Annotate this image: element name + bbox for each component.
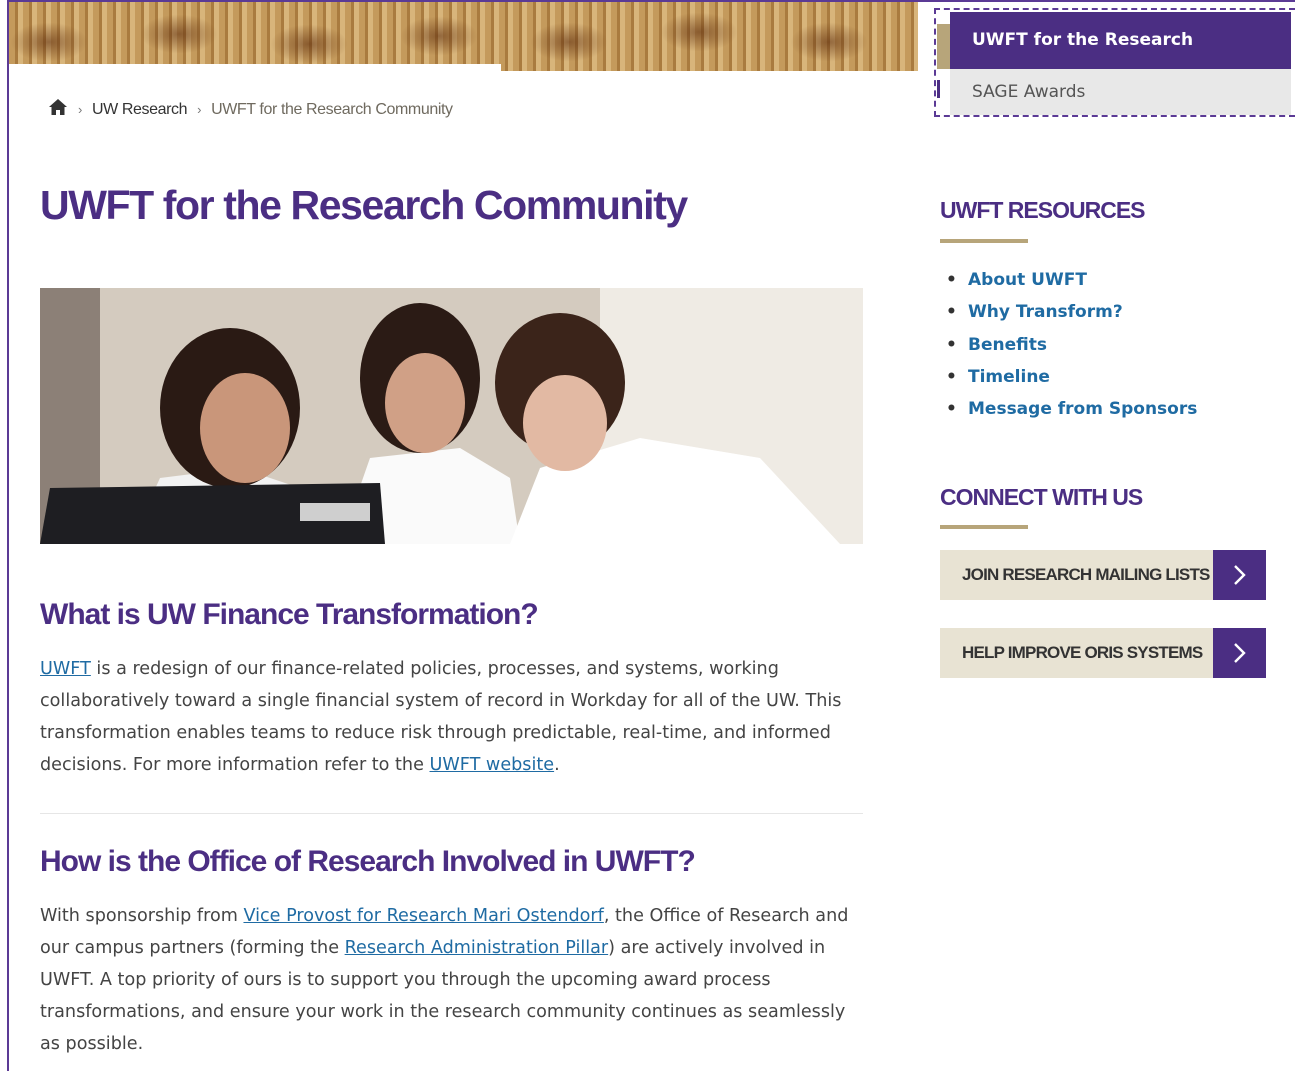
- section-divider: [40, 813, 863, 814]
- connect-title: CONNECT WITH US: [940, 484, 1143, 510]
- cta-label: JOIN RESEARCH MAILING LISTS: [940, 550, 1213, 600]
- resources-title-rule: [940, 239, 1028, 243]
- bullet: •: [946, 366, 957, 387]
- help-improve-oris-button[interactable]: HELP IMPROVE ORIS SYSTEMS: [940, 628, 1266, 678]
- resource-link-why-transform[interactable]: Why Transform?: [968, 302, 1123, 322]
- home-icon[interactable]: [48, 98, 68, 121]
- vice-provost-link[interactable]: Vice Provost for Research Mari Ostendorf: [243, 906, 603, 926]
- section-paragraph-office-of-research: With sponsorship from Vice Provost for R…: [40, 900, 865, 1060]
- resource-link-timeline[interactable]: Timeline: [968, 367, 1050, 387]
- chevron-right-icon: [1213, 628, 1266, 678]
- banner-edge: [9, 64, 501, 72]
- list-item: • Benefits: [946, 331, 1197, 363]
- connect-title-rule: [940, 525, 1028, 529]
- resource-link-message-from-sponsors[interactable]: Message from Sponsors: [968, 399, 1197, 419]
- page-title: UWFT for the Research Community: [40, 182, 688, 228]
- bullet: •: [946, 302, 957, 323]
- hero-image-researchers: [40, 288, 863, 544]
- bullet: •: [946, 334, 957, 355]
- uwft-link[interactable]: UWFT: [40, 659, 91, 679]
- sidenav-item-marker: [937, 80, 940, 98]
- section-title-what-is-uwft: What is UW Finance Transformation?: [40, 598, 539, 631]
- sidenav-item-sage-awards[interactable]: SAGE Awards: [950, 69, 1291, 115]
- resource-link-benefits[interactable]: Benefits: [968, 335, 1047, 355]
- paragraph-text: .: [554, 755, 560, 775]
- list-item: • Timeline: [946, 363, 1197, 395]
- paragraph-text: With sponsorship from: [40, 906, 244, 926]
- bullet: •: [946, 270, 957, 290]
- list-item: • Message from Sponsors: [946, 395, 1197, 427]
- join-mailing-lists-button[interactable]: JOIN RESEARCH MAILING LISTS: [940, 550, 1266, 600]
- resource-link-about-uwft[interactable]: About UWFT: [968, 270, 1087, 290]
- resources-list: • About UWFT • Why Transform? • Benefits • T…: [946, 266, 1197, 427]
- breadcrumb-current: UWFT for the Research Community: [211, 100, 453, 118]
- breadcrumb: › UW Research › UWFT for the Research Co…: [48, 98, 453, 121]
- sidenav-active-marker: [937, 24, 950, 69]
- header-banner-image: [9, 2, 918, 71]
- section-title-office-of-research: How is the Office of Research Involved i…: [40, 845, 696, 878]
- resources-title: UWFT RESOURCES: [940, 197, 1145, 223]
- breadcrumb-separator: ›: [78, 102, 82, 117]
- list-item: • Why Transform?: [946, 298, 1197, 330]
- uwft-website-link[interactable]: UWFT website: [430, 755, 555, 775]
- breadcrumb-separator: ›: [197, 102, 202, 117]
- list-item: • About UWFT: [946, 266, 1197, 298]
- bullet: •: [946, 399, 957, 420]
- chevron-right-icon: [1213, 550, 1266, 600]
- cta-label: HELP IMPROVE ORIS SYSTEMS: [940, 628, 1213, 678]
- research-admin-pillar-link[interactable]: Research Administration Pillar: [345, 938, 609, 958]
- sidenav-item-uwft-research-community[interactable]: UWFT for the Research Community: [950, 12, 1291, 107]
- section-paragraph-what-is-uwft: UWFT is a redesign of our finance-relate…: [40, 653, 865, 781]
- breadcrumb-uw-research[interactable]: UW Research: [92, 101, 188, 119]
